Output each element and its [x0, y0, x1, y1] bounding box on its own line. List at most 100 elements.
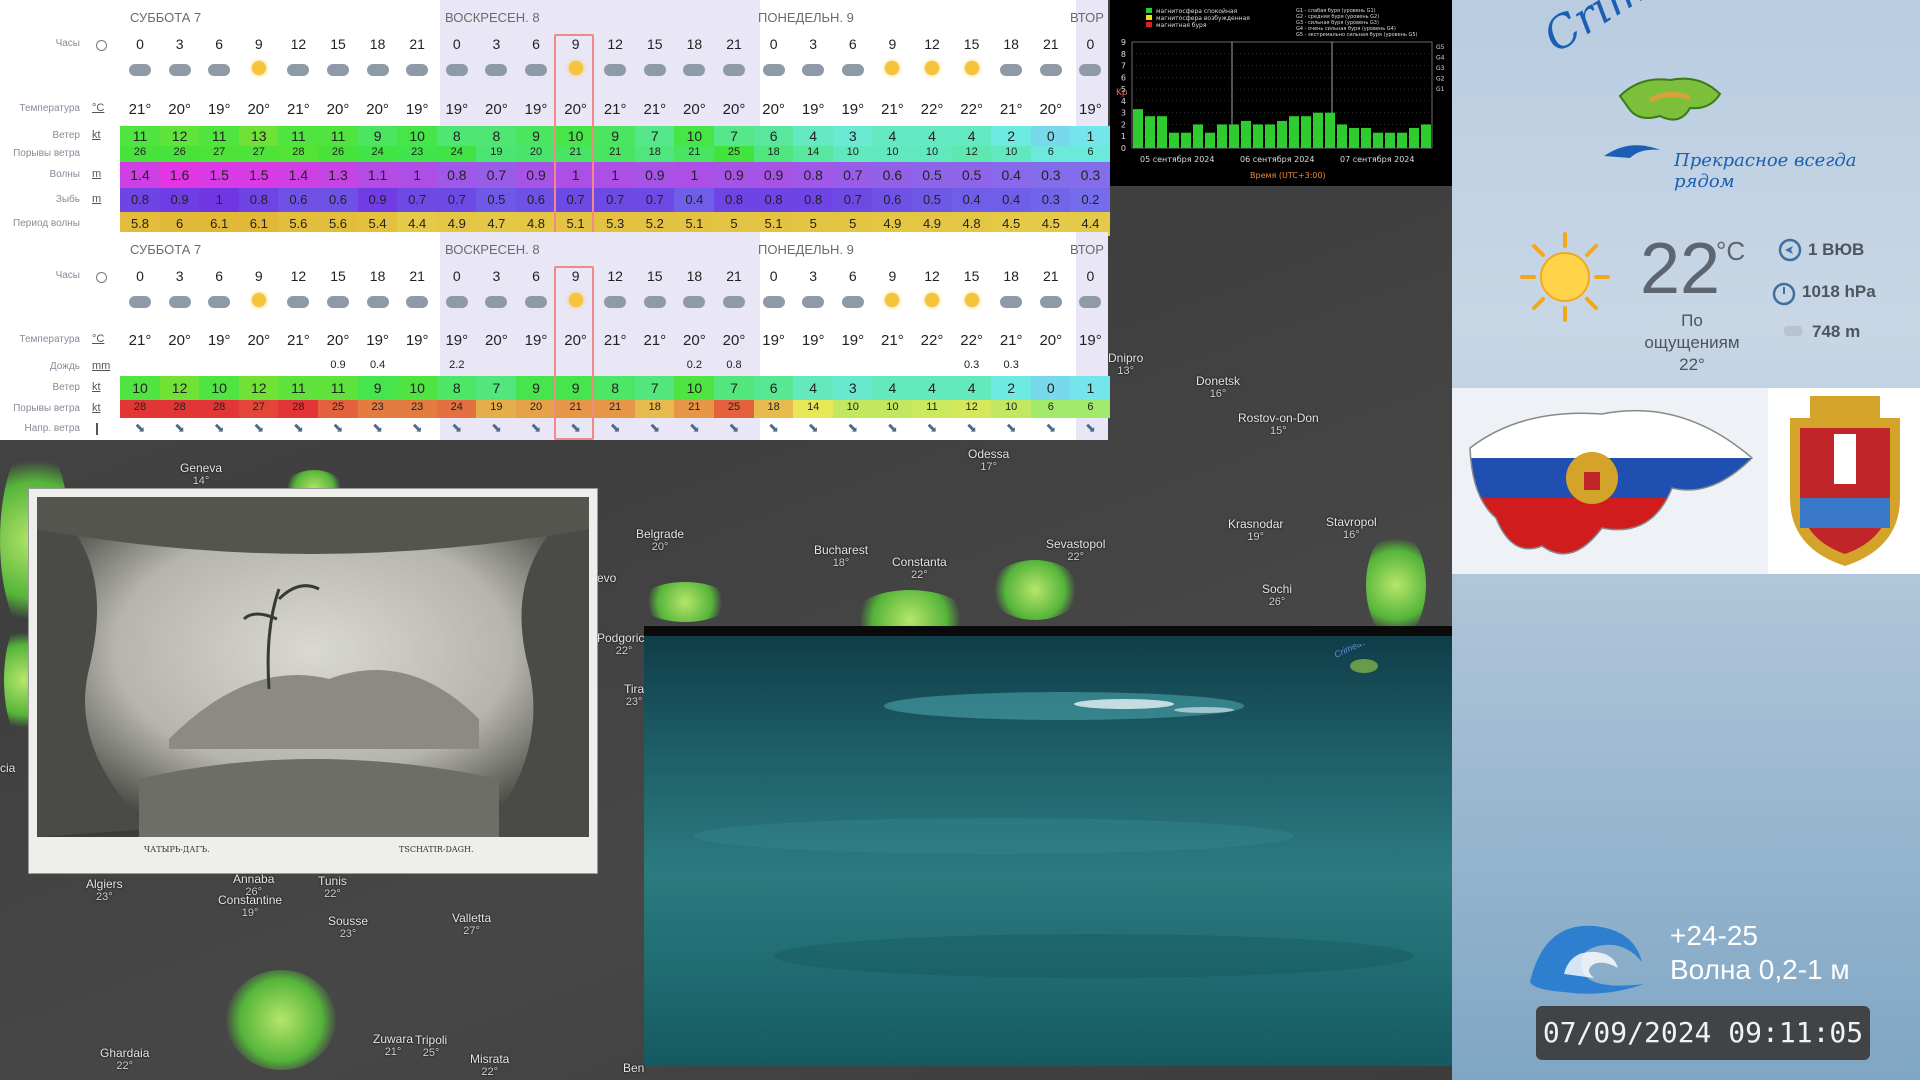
- waves-value: 1.6: [169, 167, 190, 183]
- sun-disc: [925, 61, 939, 75]
- cloud-shape: [1039, 64, 1062, 76]
- map-city-temp: 20°: [651, 541, 669, 553]
- wind-direction-arrow: ⬊: [332, 420, 344, 435]
- swell-value: 0.7: [447, 192, 466, 207]
- period-value: 5.1: [685, 216, 704, 231]
- swell-value: 0.8: [249, 192, 268, 207]
- cloud-icon: [1036, 290, 1066, 310]
- gusts-value: 6: [1047, 146, 1054, 158]
- wind-direction-arrow: ⬊: [530, 420, 542, 435]
- map-city-name: Algiers: [86, 877, 123, 891]
- temps-value: 21°: [643, 101, 667, 118]
- gusts-value: 21: [688, 401, 701, 413]
- rain-value: 0.8: [726, 359, 742, 371]
- kp-bar: [1265, 124, 1275, 148]
- period-value: 4.8: [962, 216, 981, 231]
- sun-icon: [957, 290, 987, 310]
- map-city-temp: 22°: [1067, 551, 1084, 563]
- hours-value: 6: [215, 268, 224, 284]
- row-unit: m: [92, 168, 102, 180]
- hours-value: 3: [175, 268, 184, 284]
- temps-value: 19°: [445, 101, 469, 118]
- wind-value: 8: [492, 128, 501, 144]
- gusts-value: 28: [133, 401, 147, 413]
- wind-value: 4: [888, 380, 897, 396]
- map-city-label: Constantine 19°: [218, 894, 282, 920]
- hours-value: 15: [963, 268, 980, 284]
- wind-value: 6: [769, 128, 778, 144]
- gusts-value: 23: [411, 401, 424, 413]
- swell-value: 0.7: [606, 192, 625, 207]
- current-hour-highlight: [553, 34, 594, 236]
- wind-value: 7: [730, 128, 738, 144]
- kp-chart-svg: магнитосфера спокойнаямагнитосфера возбу…: [1116, 8, 1445, 180]
- map-city-name: Krasnodar: [1228, 517, 1284, 531]
- swell-value: 0.8: [804, 192, 823, 207]
- sea-temperature: +24-25: [1670, 920, 1758, 951]
- cloud-shape: [445, 296, 468, 308]
- swell-value: 0.9: [368, 192, 387, 207]
- kp-legend-label: магнитная буря: [1156, 22, 1207, 29]
- sun-icon: [244, 290, 274, 310]
- gusts-value: 14: [807, 146, 820, 158]
- kp-bar: [1301, 116, 1311, 148]
- wind-value: 9: [532, 128, 540, 144]
- temps-value: 20°: [247, 332, 271, 349]
- hours-value: 6: [848, 268, 857, 284]
- hours-value: 21: [1043, 268, 1059, 284]
- row-unit: °C: [92, 333, 105, 345]
- wind-value: 11: [211, 128, 227, 144]
- cloud-icon: [363, 58, 393, 78]
- wind-value: 2: [1007, 380, 1016, 396]
- kp-g-level: G1: [1436, 86, 1445, 93]
- hours-value: 9: [254, 268, 263, 284]
- logo-title: CrimeaWonderland: [1535, 0, 1920, 63]
- marine-forecast-table: СУББОТА 7 ВОСКРЕСЕН. 8 ПОНЕДЕЛЬН. 9 ВТОР Час…: [0, 0, 1111, 236]
- map-city-temp: 23°: [339, 928, 357, 940]
- kp-footer: Время (UTC+3:00): [1250, 171, 1326, 180]
- map-city-label: Rostov-on-Don 15°: [1238, 412, 1319, 438]
- kp-date-label: 05 сентября 2024: [1140, 155, 1214, 164]
- temps-value: 21°: [603, 101, 627, 118]
- map-city-label: Ghardaia 22°: [100, 1047, 149, 1073]
- cloud-shape: [683, 64, 706, 76]
- hours-value: 0: [769, 268, 778, 284]
- period-value: 6.1: [249, 216, 268, 231]
- swell-value: 0.6: [328, 192, 348, 207]
- temps-value: 20°: [326, 101, 350, 118]
- hours-value: 12: [924, 36, 940, 52]
- wind-value: 10: [211, 380, 227, 396]
- wind-direction-arrow: ⬊: [966, 420, 978, 435]
- cloud-shape: [643, 64, 666, 76]
- cloud-icon: [838, 58, 868, 78]
- period-value: 4.4: [408, 216, 427, 231]
- kp-date-label: 06 сентября 2024: [1240, 155, 1314, 164]
- temps-value: 19°: [366, 332, 389, 349]
- cloud-icon: [125, 58, 155, 78]
- period-value: 5: [849, 216, 857, 231]
- temps-value: 19°: [1079, 101, 1102, 118]
- day-header: ПОНЕДЕЛЬН. 9: [758, 242, 854, 257]
- swell-value: 0.8: [724, 192, 744, 207]
- cloud-shape: [287, 296, 310, 308]
- waves-value: 0.9: [724, 167, 744, 183]
- wind-value: 10: [409, 380, 425, 396]
- wind-value: 8: [611, 380, 620, 396]
- cloud-icon: [759, 290, 789, 310]
- kp-y-label: Kp: [1116, 88, 1128, 98]
- kp-bar: [1205, 132, 1215, 148]
- waves-value: 1.4: [130, 167, 150, 183]
- row-label: Ветер: [52, 382, 81, 393]
- kp-bar: [1325, 112, 1335, 148]
- gusts-value: 12: [965, 401, 978, 413]
- kp-date-label: 07 сентября 2024: [1340, 155, 1414, 164]
- hours-value: 0: [452, 36, 461, 52]
- cloud-icon: [204, 290, 234, 310]
- precipitation-area: [1366, 530, 1426, 640]
- map-city-temp: 19°: [1247, 531, 1264, 543]
- swell-value: 0.7: [645, 192, 664, 207]
- hours-value: 15: [647, 268, 663, 284]
- hours-value: 18: [686, 36, 703, 52]
- map-city-name: Sevastopol: [1046, 537, 1106, 551]
- map-city-name: Odessa: [968, 447, 1010, 461]
